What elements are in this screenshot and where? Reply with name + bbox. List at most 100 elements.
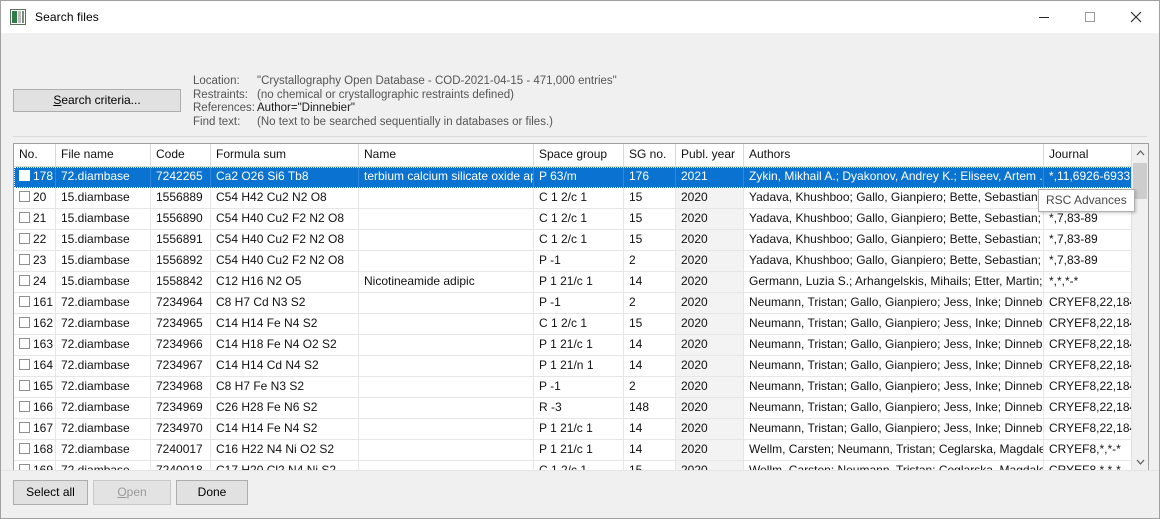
column-header-authors[interactable]: Authors [744,144,1044,166]
cell-year: 2020 [676,461,744,470]
cell-formula: C26 H28 Fe N6 S2 [211,398,359,418]
window-title: Search files [35,10,99,24]
cell-year: 2020 [676,335,744,355]
cell-name [359,335,534,355]
cell-file: 15.diambase [56,188,151,208]
cell-sg: P 1 21/c 1 [534,440,624,460]
column-header-sgno[interactable]: SG no. [624,144,676,166]
cell-code: 7234966 [151,335,211,355]
cell-authors: Wellm, Carsten; Neumann, Tristan; Ceglar… [744,440,1044,460]
cell-name [359,377,534,397]
row-checkbox[interactable] [19,359,30,370]
cell-no: 24 [14,272,56,292]
info-row-location: Location: "Crystallography Open Database… [193,75,617,89]
cell-authors: Yadava, Khushboo; Gallo, Gianpiero; Bett… [744,230,1044,250]
column-header-formula[interactable]: Formula sum [211,144,359,166]
cell-no-label: 178 [33,169,53,183]
select-all-button[interactable]: Select all [13,480,88,505]
cell-file: 15.diambase [56,209,151,229]
cell-no-label: 168 [33,442,53,456]
footer-bar: Select all Open Done [1,470,1159,518]
done-button[interactable]: Done [176,480,248,505]
table-row[interactable]: 17872.diambase7242265Ca2 O26 Si6 Tb8terb… [14,167,1148,188]
row-checkbox[interactable] [19,296,30,307]
row-checkbox[interactable] [19,212,30,223]
info-value-references: Author="Dinnebier" [257,102,355,116]
cell-no-label: 169 [33,463,53,470]
row-checkbox[interactable] [19,380,30,391]
cell-name [359,398,534,418]
row-checkbox[interactable] [19,233,30,244]
scroll-down-button[interactable] [1132,453,1148,470]
cell-no-label: 166 [33,400,53,414]
column-header-code[interactable]: Code [151,144,211,166]
column-header-name[interactable]: Name [359,144,534,166]
table-row[interactable]: 2215.diambase1556891C54 H40 Cu2 F2 N2 O8… [14,230,1148,251]
maximize-button[interactable] [1067,2,1113,32]
row-checkbox[interactable] [19,443,30,454]
table-row[interactable]: 2415.diambase1558842C12 H16 N2 O5Nicotin… [14,272,1148,293]
row-checkbox[interactable] [19,275,30,286]
cell-code: 1556891 [151,230,211,250]
cell-file: 15.diambase [56,230,151,250]
table-row[interactable]: 16372.diambase7234966C14 H18 Fe N4 O2 S2… [14,335,1148,356]
table-row[interactable]: 16472.diambase7234967C14 H14 Cd N4 S2P 1… [14,356,1148,377]
info-value-findtext: (No text to be searched sequentially in … [257,116,553,130]
cell-year: 2020 [676,419,744,439]
cell-code: 7234968 [151,377,211,397]
cell-file: 72.diambase [56,377,151,397]
column-header-year[interactable]: Publ. year [676,144,744,166]
open-button: Open [93,480,171,505]
cell-code: 7240018 [151,461,211,470]
cell-code: 1556889 [151,188,211,208]
cell-file: 72.diambase [56,293,151,313]
table-row[interactable]: 16772.diambase7234970C14 H14 Fe N4 S2P 1… [14,419,1148,440]
table-row[interactable]: 16972.diambase7240018C17 H20 Cl2 N4 Ni S… [14,461,1148,470]
column-header-spacegroup[interactable]: Space group [534,144,624,166]
cell-no-label: 23 [33,253,46,267]
row-checkbox[interactable] [19,254,30,265]
cell-authors: Neumann, Tristan; Gallo, Gianpiero; Jess… [744,293,1044,313]
cell-file: 72.diambase [56,440,151,460]
table-row[interactable]: 16272.diambase7234965C14 H14 Fe N4 S2C 1… [14,314,1148,335]
cell-name [359,440,534,460]
cell-code: 7240017 [151,440,211,460]
row-checkbox[interactable] [19,401,30,412]
column-header-no[interactable]: No. [14,144,56,166]
table-row[interactable]: 16672.diambase7234969C26 H28 Fe N6 S2R -… [14,398,1148,419]
cell-sgno: 14 [624,335,676,355]
cell-name: terbium calcium silicate oxide apatite [359,167,534,187]
table-row[interactable]: 16572.diambase7234968C8 H7 Fe N3 S2P -12… [14,377,1148,398]
cell-file: 72.diambase [56,167,151,187]
column-header-file[interactable]: File name [56,144,151,166]
cell-formula: C54 H40 Cu2 F2 N2 O8 [211,209,359,229]
row-checkbox[interactable] [19,170,30,181]
table-row[interactable]: 2315.diambase1556892C54 H40 Cu2 F2 N2 O8… [14,251,1148,272]
cell-no: 169 [14,461,56,470]
scroll-up-button[interactable] [1132,144,1148,161]
row-checkbox[interactable] [19,422,30,433]
cell-name [359,356,534,376]
cell-sgno: 14 [624,440,676,460]
close-button[interactable] [1113,2,1159,32]
cell-authors: Yadava, Khushboo; Gallo, Gianpiero; Bett… [744,188,1044,208]
cell-year: 2020 [676,356,744,376]
cell-authors: Neumann, Tristan; Gallo, Gianpiero; Jess… [744,419,1044,439]
table-row[interactable]: 2015.diambase1556889C54 H42 Cu2 N2 O8C 1… [14,188,1148,209]
row-checkbox[interactable] [19,338,30,349]
minimize-button[interactable] [1021,2,1067,32]
cell-year: 2020 [676,230,744,250]
row-checkbox[interactable] [19,317,30,328]
cell-name [359,419,534,439]
cell-file: 72.diambase [56,356,151,376]
table-row[interactable]: 2115.diambase1556890C54 H40 Cu2 F2 N2 O8… [14,209,1148,230]
cell-code: 7242265 [151,167,211,187]
search-criteria-button[interactable]: Search criteria... [13,89,181,112]
cell-formula: C14 H14 Fe N4 S2 [211,314,359,334]
table-row[interactable]: 16172.diambase7234964C8 H7 Cd N3 S2P -12… [14,293,1148,314]
row-checkbox[interactable] [19,191,30,202]
table-row[interactable]: 16872.diambase7240017C16 H22 N4 Ni O2 S2… [14,440,1148,461]
cell-code: 7234965 [151,314,211,334]
scrollbar-thumb[interactable] [1133,163,1147,199]
cell-name [359,461,534,470]
